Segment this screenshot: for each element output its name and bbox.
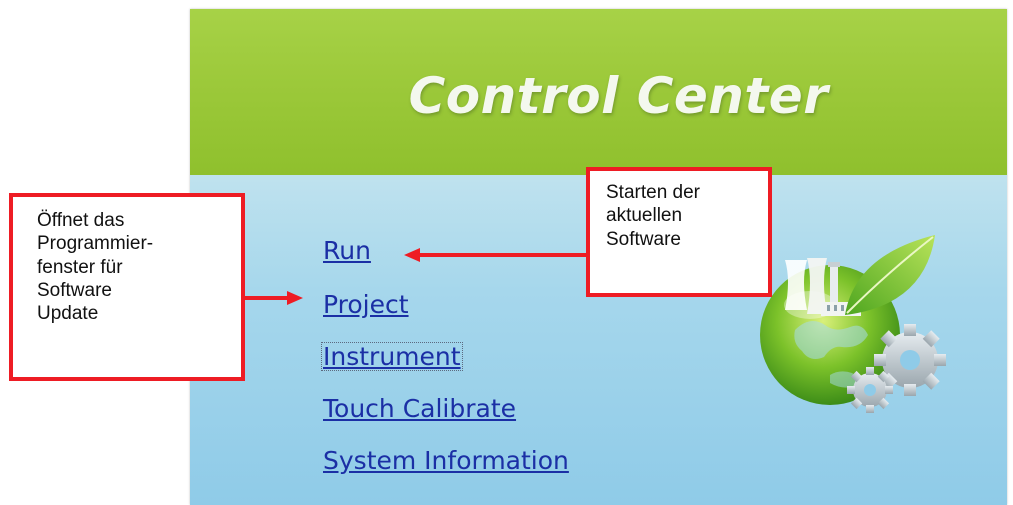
menu-link-touch-calibrate[interactable]: Touch Calibrate [323,396,516,421]
annotation-line: Software [606,228,681,250]
header-banner: Control Center [190,9,1007,175]
menu-link-instrument[interactable]: Instrument [321,342,463,371]
menu-link-system-information[interactable]: System Information [323,448,569,473]
annotation-line: Programmier- [37,233,154,255]
annotation-line: Öffnet das [37,210,125,231]
menu-link-project[interactable]: Project [323,292,409,317]
annotation-run-callout: Starten der aktuellen Software [586,167,772,297]
annotation-project-callout: Öffnet das Programmier- fenster für Soft… [9,193,245,381]
annotation-line: aktuellen [606,205,683,227]
app-title: Control Center [408,67,829,125]
annotation-line: Update [37,303,99,325]
menu-link-run[interactable]: Run [323,238,371,263]
eco-globe-logo-icon [760,235,946,413]
annotation-line: Starten der [606,182,700,203]
annotation-line: Software [37,280,112,302]
annotation-line: fenster für [37,256,123,278]
